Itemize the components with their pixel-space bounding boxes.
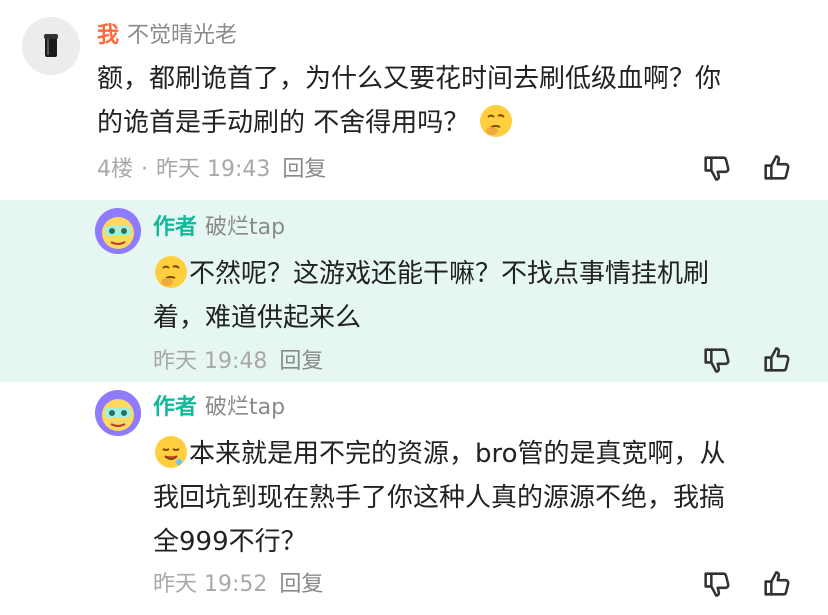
comment-text: 不然呢？这游戏还能干嘛？不找点事情挂机刷 着，难道供起来么 — [153, 252, 793, 340]
comment-meta: 4楼 · 昨天 19:43 回复 — [97, 156, 326, 184]
thumbs-down-icon[interactable] — [700, 152, 734, 186]
thumbs-up-icon[interactable] — [760, 566, 794, 600]
reply-button[interactable]: 回复 — [279, 572, 323, 597]
author-tag: 作者 — [153, 395, 198, 420]
comment-text-line: 不然呢？这游戏还能干嘛？不找点事情挂机刷 — [189, 259, 710, 289]
comment-header: 作者 破烂tap — [153, 214, 285, 242]
comment-text-line: 我回坑到现在熟手了你这种人真的源源不绝，我搞 — [153, 483, 726, 513]
thinking-face-emoji — [155, 256, 187, 288]
timestamp: 昨天 19:43 — [156, 157, 271, 182]
comment-text-line: 的诡首是手动刷的 不舍得用吗？ — [97, 108, 470, 138]
me-tag: 我 — [97, 23, 120, 48]
user-name[interactable]: 破烂tap — [205, 395, 285, 420]
comment-text-line: 全999不行？ — [153, 527, 307, 557]
reply-button[interactable]: 回复 — [279, 349, 323, 374]
user-name[interactable]: 不觉晴光老 — [127, 23, 237, 48]
user-name[interactable]: 破烂tap — [205, 215, 285, 240]
avatar[interactable] — [95, 208, 141, 254]
thumbs-down-icon[interactable] — [700, 344, 734, 378]
comment-meta: 昨天 19:52 回复 — [153, 571, 323, 599]
avatar[interactable] — [95, 390, 141, 436]
reply-button[interactable]: 回复 — [282, 157, 326, 182]
thumbs-down-icon[interactable] — [700, 568, 734, 602]
thumbs-up-icon[interactable] — [760, 150, 794, 184]
comment-meta: 昨天 19:48 回复 — [153, 348, 323, 376]
comment-item: 我不觉晴光老 额，都刷诡首了，为什么又要花时间去刷低级血啊？你 的诡首是手动刷的… — [0, 0, 828, 200]
reply-item: 作者 破烂tap 本来就是用不完的资源，bro管的是真宽啊，从 我回坑到现在熟手了… — [0, 382, 828, 615]
drooling-face-emoji — [155, 436, 187, 468]
separator-dot: · — [141, 157, 148, 182]
comment-text-line: 本来就是用不完的资源，bro管的是真宽啊，从 — [189, 439, 726, 469]
comment-header: 作者 破烂tap — [153, 394, 285, 422]
timestamp: 昨天 19:52 — [153, 572, 268, 597]
thinking-face-emoji — [479, 105, 512, 137]
thumbs-up-icon[interactable] — [760, 342, 794, 376]
avatar[interactable] — [22, 17, 80, 75]
floor-number: 4楼 — [97, 157, 133, 182]
comment-text: 本来就是用不完的资源，bro管的是真宽啊，从 我回坑到现在熟手了你这种人真的源源… — [153, 432, 803, 564]
comment-header: 我不觉晴光老 — [97, 22, 237, 50]
comment-text: 额，都刷诡首了，为什么又要花时间去刷低级血啊？你 的诡首是手动刷的 不舍得用吗？ — [97, 57, 797, 145]
timestamp: 昨天 19:48 — [153, 349, 268, 374]
comment-text-line: 着，难道供起来么 — [153, 303, 362, 333]
reply-item: 作者 破烂tap 不然呢？这游戏还能干嘛？不找点事情挂机刷 着，难道供起来么 昨天… — [0, 200, 828, 382]
comment-text-line: 额，都刷诡首了，为什么又要花时间去刷低级血啊？你 — [97, 64, 722, 94]
author-tag: 作者 — [153, 215, 198, 240]
